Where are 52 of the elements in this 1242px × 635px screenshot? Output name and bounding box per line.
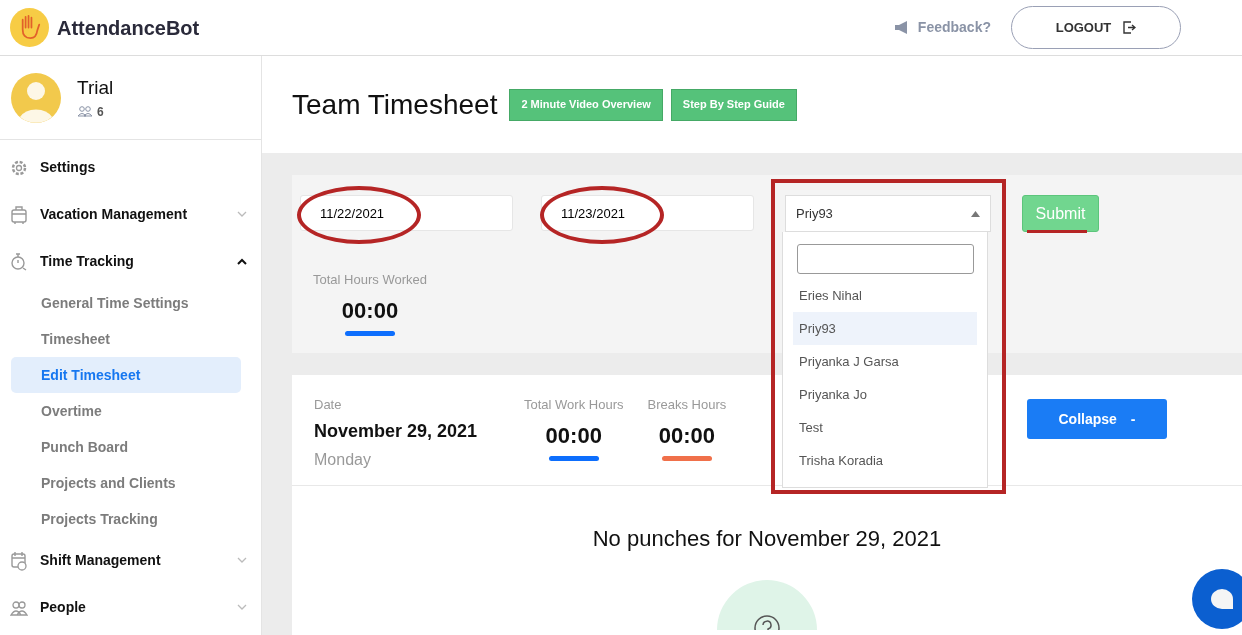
calendar-icon	[10, 550, 28, 571]
hand-logo-icon	[10, 8, 49, 47]
sidebar-subitem[interactable]: Punch Board	[11, 429, 241, 465]
chat-icon[interactable]	[1192, 569, 1242, 629]
dropdown-option[interactable]: Priyanka J Garsa	[793, 345, 977, 378]
sidebar-item[interactable]: Shift Management	[0, 537, 261, 584]
people-icon	[77, 106, 93, 118]
member-count: 6	[97, 103, 104, 121]
dropdown-option[interactable]: Priyanka Jo	[793, 378, 977, 411]
employee-select[interactable]: Priy93	[785, 195, 991, 232]
date-label: Date	[314, 396, 343, 414]
annotation-underline	[1027, 230, 1087, 233]
sidebar-subitem[interactable]: General Time Settings	[11, 285, 241, 321]
stat-label: Breaks Hours	[647, 396, 727, 414]
stat-value: 00:00	[657, 421, 716, 450]
user-name: Trial	[77, 76, 114, 101]
gear-icon	[10, 158, 28, 177]
megaphone-icon	[893, 21, 910, 34]
total-hours-label: Total Hours Worked	[312, 271, 428, 289]
dropdown-option[interactable]: Priy93	[793, 312, 977, 345]
suitcase-icon	[10, 204, 28, 225]
sidebar-subitem[interactable]: Edit Timesheet	[11, 357, 241, 393]
total-hours-value: 00:00	[340, 296, 400, 325]
people-icon	[10, 599, 28, 616]
sidebar-item[interactable]: Settings	[0, 144, 261, 191]
logout-button[interactable]: LOGOUT	[1011, 6, 1181, 49]
exit-icon	[1123, 21, 1137, 34]
sidebar-item[interactable]: Time Tracking	[0, 238, 261, 285]
weekday: Monday	[314, 449, 372, 470]
sidebar-item[interactable]: Vacation Management	[0, 191, 261, 238]
sidebar-subitem[interactable]: Timesheet	[11, 321, 241, 357]
dropdown-option[interactable]: Test	[793, 411, 977, 444]
stat-value: 00:00	[544, 421, 603, 450]
question-icon	[717, 580, 817, 630]
dropdown-option[interactable]: Trisha Koradia	[793, 444, 977, 477]
search-field[interactable]	[797, 244, 974, 274]
stopwatch-icon	[10, 251, 28, 272]
app-name: AttendanceBot	[57, 15, 200, 41]
dropdown-option[interactable]: Eries Nihal	[793, 279, 977, 312]
start-date-field[interactable]: 11/22/2021	[300, 195, 513, 231]
total-hours-bar	[345, 330, 395, 336]
sidebar-item[interactable]: People	[0, 584, 261, 631]
avatar-icon	[11, 72, 61, 123]
sidebar-subitem[interactable]: Overtime	[11, 393, 241, 429]
empty-message: No punches for November 29, 2021	[591, 525, 943, 553]
sidebar-subitem[interactable]: Projects Tracking	[11, 501, 241, 537]
end-date-field[interactable]: 11/23/2021	[541, 195, 754, 231]
collapse-button[interactable]: Collapse -	[1027, 399, 1167, 439]
sidebar-subitem[interactable]: Projects and Clients	[11, 465, 241, 501]
day-date: November 29, 2021	[314, 419, 479, 443]
page-title: Team Timesheet	[292, 87, 498, 122]
stat-label: Total Work Hours	[524, 396, 624, 414]
